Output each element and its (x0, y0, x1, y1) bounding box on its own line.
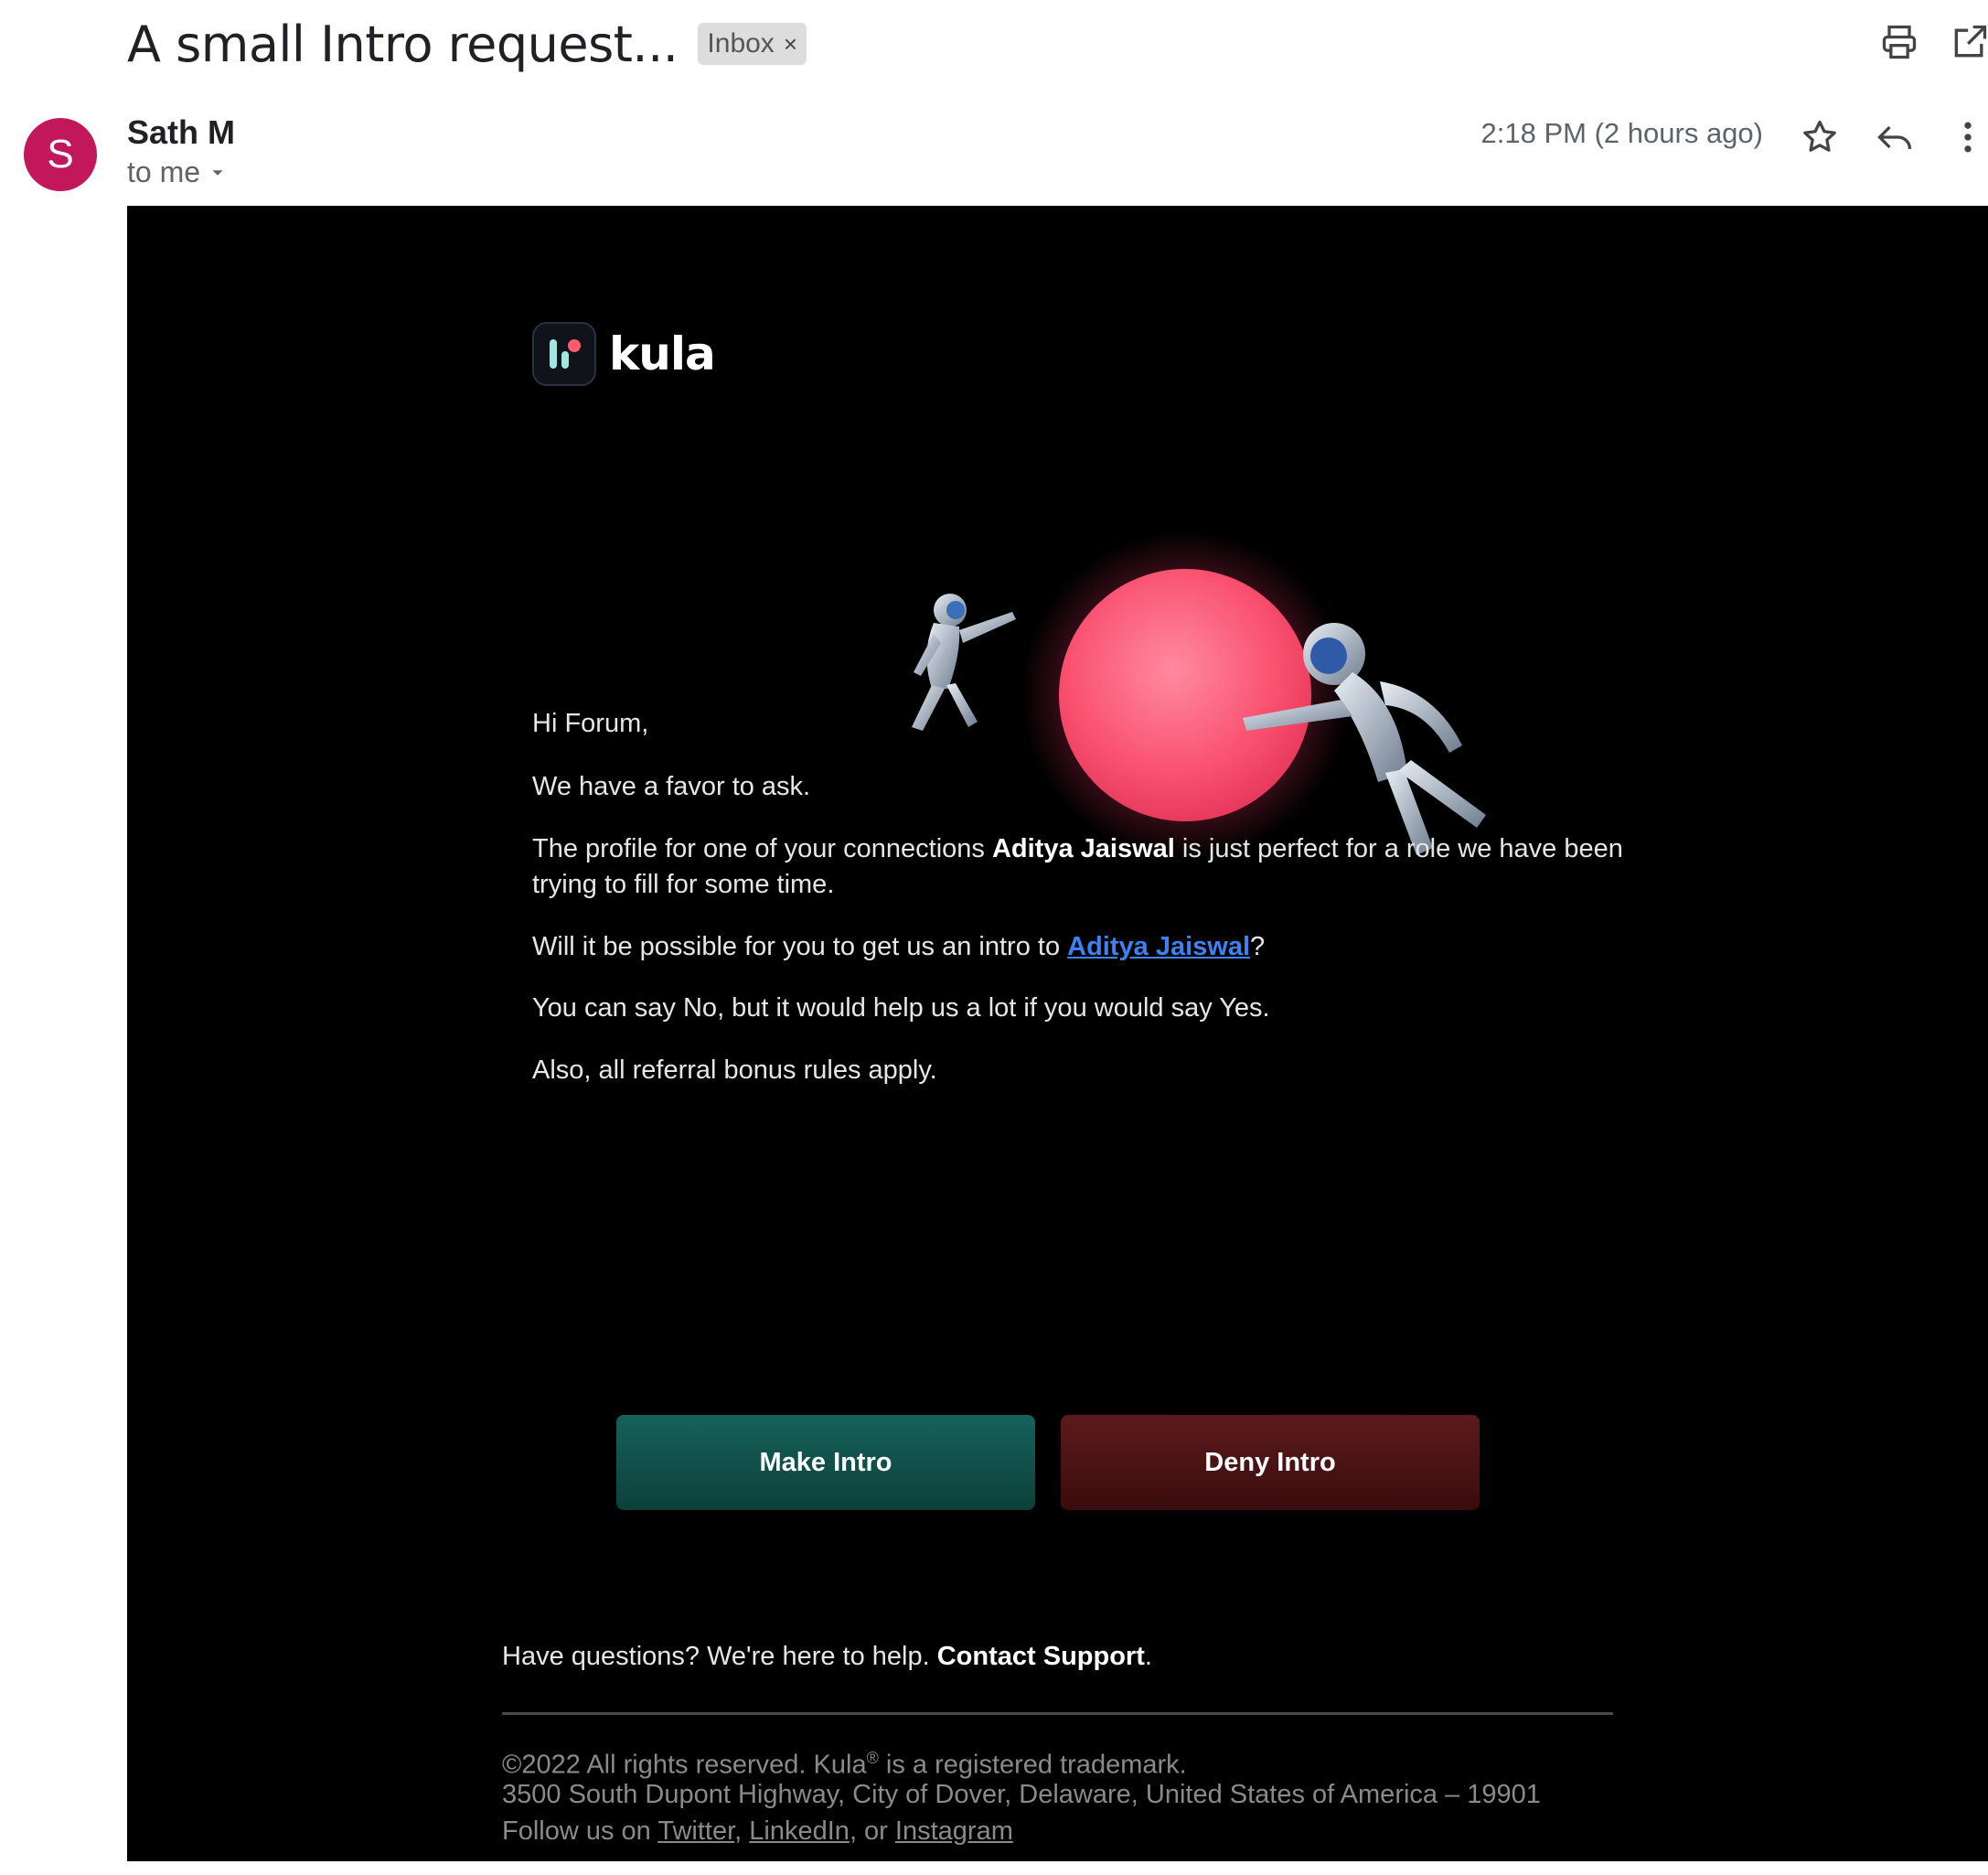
referral-bonus-line: Also, all referral bonus rules apply. (532, 1055, 937, 1085)
say-yes-line: You can say No, but it would help us a l… (532, 993, 1270, 1023)
help-period: . (1144, 1642, 1152, 1671)
registered-mark: ® (866, 1749, 879, 1767)
instagram-link[interactable]: Instagram (895, 1816, 1013, 1846)
chevron-down-icon (212, 169, 223, 176)
recipient-text: to me (127, 155, 201, 188)
connection-profile-link[interactable]: Aditya Jaiswal (1067, 932, 1250, 961)
subject-row: A small Intro request... Inbox × (127, 7, 807, 80)
trademark-text: is a registered trademark. (878, 1750, 1187, 1780)
profile-text-start: The profile for one of your connections (532, 834, 992, 863)
intro-line: We have a favor to ask. (532, 772, 811, 801)
social-links-line: Follow us on Twitter, LinkedIn, or Insta… (502, 1813, 1782, 1849)
avatar-initial: S (47, 132, 74, 177)
sender-avatar[interactable]: S (24, 118, 97, 191)
twitter-link[interactable]: Twitter (657, 1816, 734, 1846)
profile-paragraph: The profile for one of your connections … (532, 831, 1684, 903)
follow-us-text: Follow us on (502, 1816, 658, 1846)
separator: , (734, 1816, 750, 1846)
remove-label-icon[interactable]: × (784, 30, 797, 59)
deny-intro-button[interactable]: Deny Intro (1061, 1415, 1480, 1510)
more-vert-icon[interactable] (1948, 117, 1988, 157)
linkedin-link[interactable]: LinkedIn (749, 1816, 850, 1846)
help-line: Have questions? We're here to help. Cont… (502, 1642, 1152, 1672)
open-in-new-window-icon[interactable] (1950, 22, 1988, 62)
reply-icon[interactable] (1875, 117, 1915, 157)
make-intro-button[interactable]: Make Intro (616, 1415, 1035, 1510)
email-timestamp: 2:18 PM (2 hours ago) (1480, 117, 1763, 149)
footer-divider (502, 1712, 1613, 1715)
connection-name: Aditya Jaiswal (991, 834, 1175, 863)
email-subject: A small Intro request... (127, 15, 679, 73)
company-address: 3500 South Dupont Highway, City of Dover… (502, 1780, 1541, 1809)
hero-illustration (912, 530, 1486, 860)
request-paragraph: Will it be possible for you to get us an… (532, 929, 1684, 965)
kula-logo-mark-icon (532, 322, 596, 386)
kula-logo-text: kula (609, 327, 716, 380)
inbox-label-text: Inbox (707, 28, 775, 59)
greeting: Hi Forum, (532, 709, 649, 738)
request-text: Will it be possible for you to get us an… (532, 932, 1068, 961)
print-icon[interactable] (1879, 22, 1919, 62)
request-question-mark: ? (1250, 932, 1266, 961)
star-icon[interactable] (1800, 117, 1840, 157)
copyright-text: ©2022 All rights reserved. Kula (502, 1750, 867, 1780)
help-text: Have questions? We're here to help. (502, 1642, 937, 1671)
recipient-details-toggle[interactable]: to me (127, 155, 228, 189)
separator: , or (849, 1816, 895, 1846)
contact-support-link[interactable]: Contact Support (937, 1642, 1145, 1671)
inbox-label-chip[interactable]: Inbox × (698, 23, 807, 65)
sender-name[interactable]: Sath M (127, 113, 235, 152)
email-body: kula Hi Forum, We have a favor to ask. T… (127, 206, 1988, 1861)
kula-logo: kula (532, 322, 716, 386)
